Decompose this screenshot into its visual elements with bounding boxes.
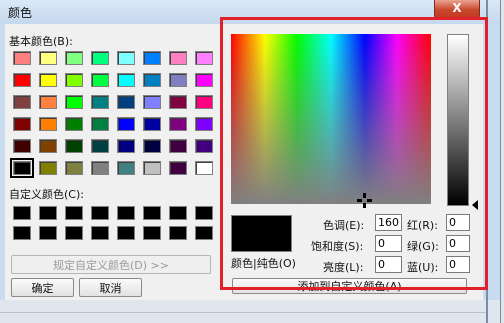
color-swatch[interactable] xyxy=(195,117,213,131)
color-swatch[interactable] xyxy=(117,51,135,65)
color-swatch[interactable] xyxy=(143,161,161,175)
color-swatch[interactable] xyxy=(195,51,213,65)
custom-color-swatch[interactable] xyxy=(91,226,109,240)
custom-color-swatch[interactable] xyxy=(117,206,135,220)
color-swatch[interactable] xyxy=(117,95,135,109)
basic-colors-label: 基本颜色(B): xyxy=(9,35,73,48)
color-swatch[interactable] xyxy=(195,161,213,175)
color-swatch[interactable] xyxy=(195,139,213,153)
color-swatch[interactable] xyxy=(143,73,161,87)
color-swatch[interactable] xyxy=(143,139,161,153)
custom-color-swatch[interactable] xyxy=(39,206,57,220)
custom-color-swatch[interactable] xyxy=(169,226,187,240)
color-swatch[interactable] xyxy=(91,139,109,153)
color-swatch[interactable] xyxy=(39,73,57,87)
color-swatch[interactable] xyxy=(143,95,161,109)
custom-color-swatch[interactable] xyxy=(143,226,161,240)
color-swatch[interactable] xyxy=(65,95,83,109)
color-swatch[interactable] xyxy=(65,139,83,153)
color-swatch[interactable] xyxy=(13,139,31,153)
color-swatch[interactable] xyxy=(169,51,187,65)
color-swatch[interactable] xyxy=(117,161,135,175)
color-swatch[interactable] xyxy=(65,73,83,87)
custom-color-swatch[interactable] xyxy=(195,226,213,240)
custom-color-swatch[interactable] xyxy=(13,226,31,240)
color-swatch[interactable] xyxy=(169,95,187,109)
color-swatch[interactable] xyxy=(143,117,161,131)
custom-color-swatch[interactable] xyxy=(13,206,31,220)
color-swatch[interactable] xyxy=(91,51,109,65)
color-swatch[interactable] xyxy=(117,139,135,153)
highlight-box xyxy=(220,17,488,290)
color-swatch[interactable] xyxy=(39,117,57,131)
color-swatch[interactable] xyxy=(91,161,109,175)
color-swatch[interactable] xyxy=(39,51,57,65)
color-swatch[interactable] xyxy=(13,73,31,87)
color-swatch[interactable] xyxy=(65,161,83,175)
color-swatch[interactable] xyxy=(143,51,161,65)
color-swatch[interactable] xyxy=(13,117,31,131)
color-swatch[interactable] xyxy=(117,117,135,131)
custom-color-swatch[interactable] xyxy=(65,226,83,240)
color-swatch[interactable] xyxy=(65,117,83,131)
color-swatch[interactable] xyxy=(117,73,135,87)
custom-colors-label: 自定义颜色(C): xyxy=(9,188,84,201)
color-swatch[interactable] xyxy=(91,95,109,109)
custom-color-swatch[interactable] xyxy=(117,226,135,240)
color-swatch[interactable] xyxy=(13,51,31,65)
window-title: 颜色 xyxy=(8,6,33,20)
color-swatch[interactable] xyxy=(39,139,57,153)
custom-color-swatch[interactable] xyxy=(169,206,187,220)
color-swatch[interactable] xyxy=(91,73,109,87)
color-swatch[interactable] xyxy=(169,73,187,87)
color-swatch[interactable] xyxy=(195,95,213,109)
custom-color-swatch[interactable] xyxy=(39,226,57,240)
custom-color-swatch[interactable] xyxy=(143,206,161,220)
custom-color-swatch[interactable] xyxy=(91,206,109,220)
color-swatch[interactable] xyxy=(10,158,34,178)
custom-color-swatch[interactable] xyxy=(65,206,83,220)
ok-button[interactable]: 确定 xyxy=(11,278,74,297)
color-swatch[interactable] xyxy=(195,73,213,87)
screen: 颜色 X 基本颜色(B): 自定义颜色(C): 规定自定义颜色(D) >> 确定… xyxy=(0,0,504,323)
color-swatch[interactable] xyxy=(169,117,187,131)
color-swatch[interactable] xyxy=(65,51,83,65)
color-swatch[interactable] xyxy=(39,95,57,109)
divider xyxy=(0,312,488,313)
close-icon: X xyxy=(452,1,462,15)
color-swatch[interactable] xyxy=(169,161,187,175)
define-custom-colors-button[interactable]: 规定自定义颜色(D) >> xyxy=(11,255,211,274)
color-swatch[interactable] xyxy=(39,161,57,175)
custom-color-swatch[interactable] xyxy=(195,206,213,220)
color-swatch[interactable] xyxy=(91,117,109,131)
color-swatch[interactable] xyxy=(169,139,187,153)
cancel-button[interactable]: 取消 xyxy=(79,278,142,297)
color-swatch[interactable] xyxy=(13,95,31,109)
